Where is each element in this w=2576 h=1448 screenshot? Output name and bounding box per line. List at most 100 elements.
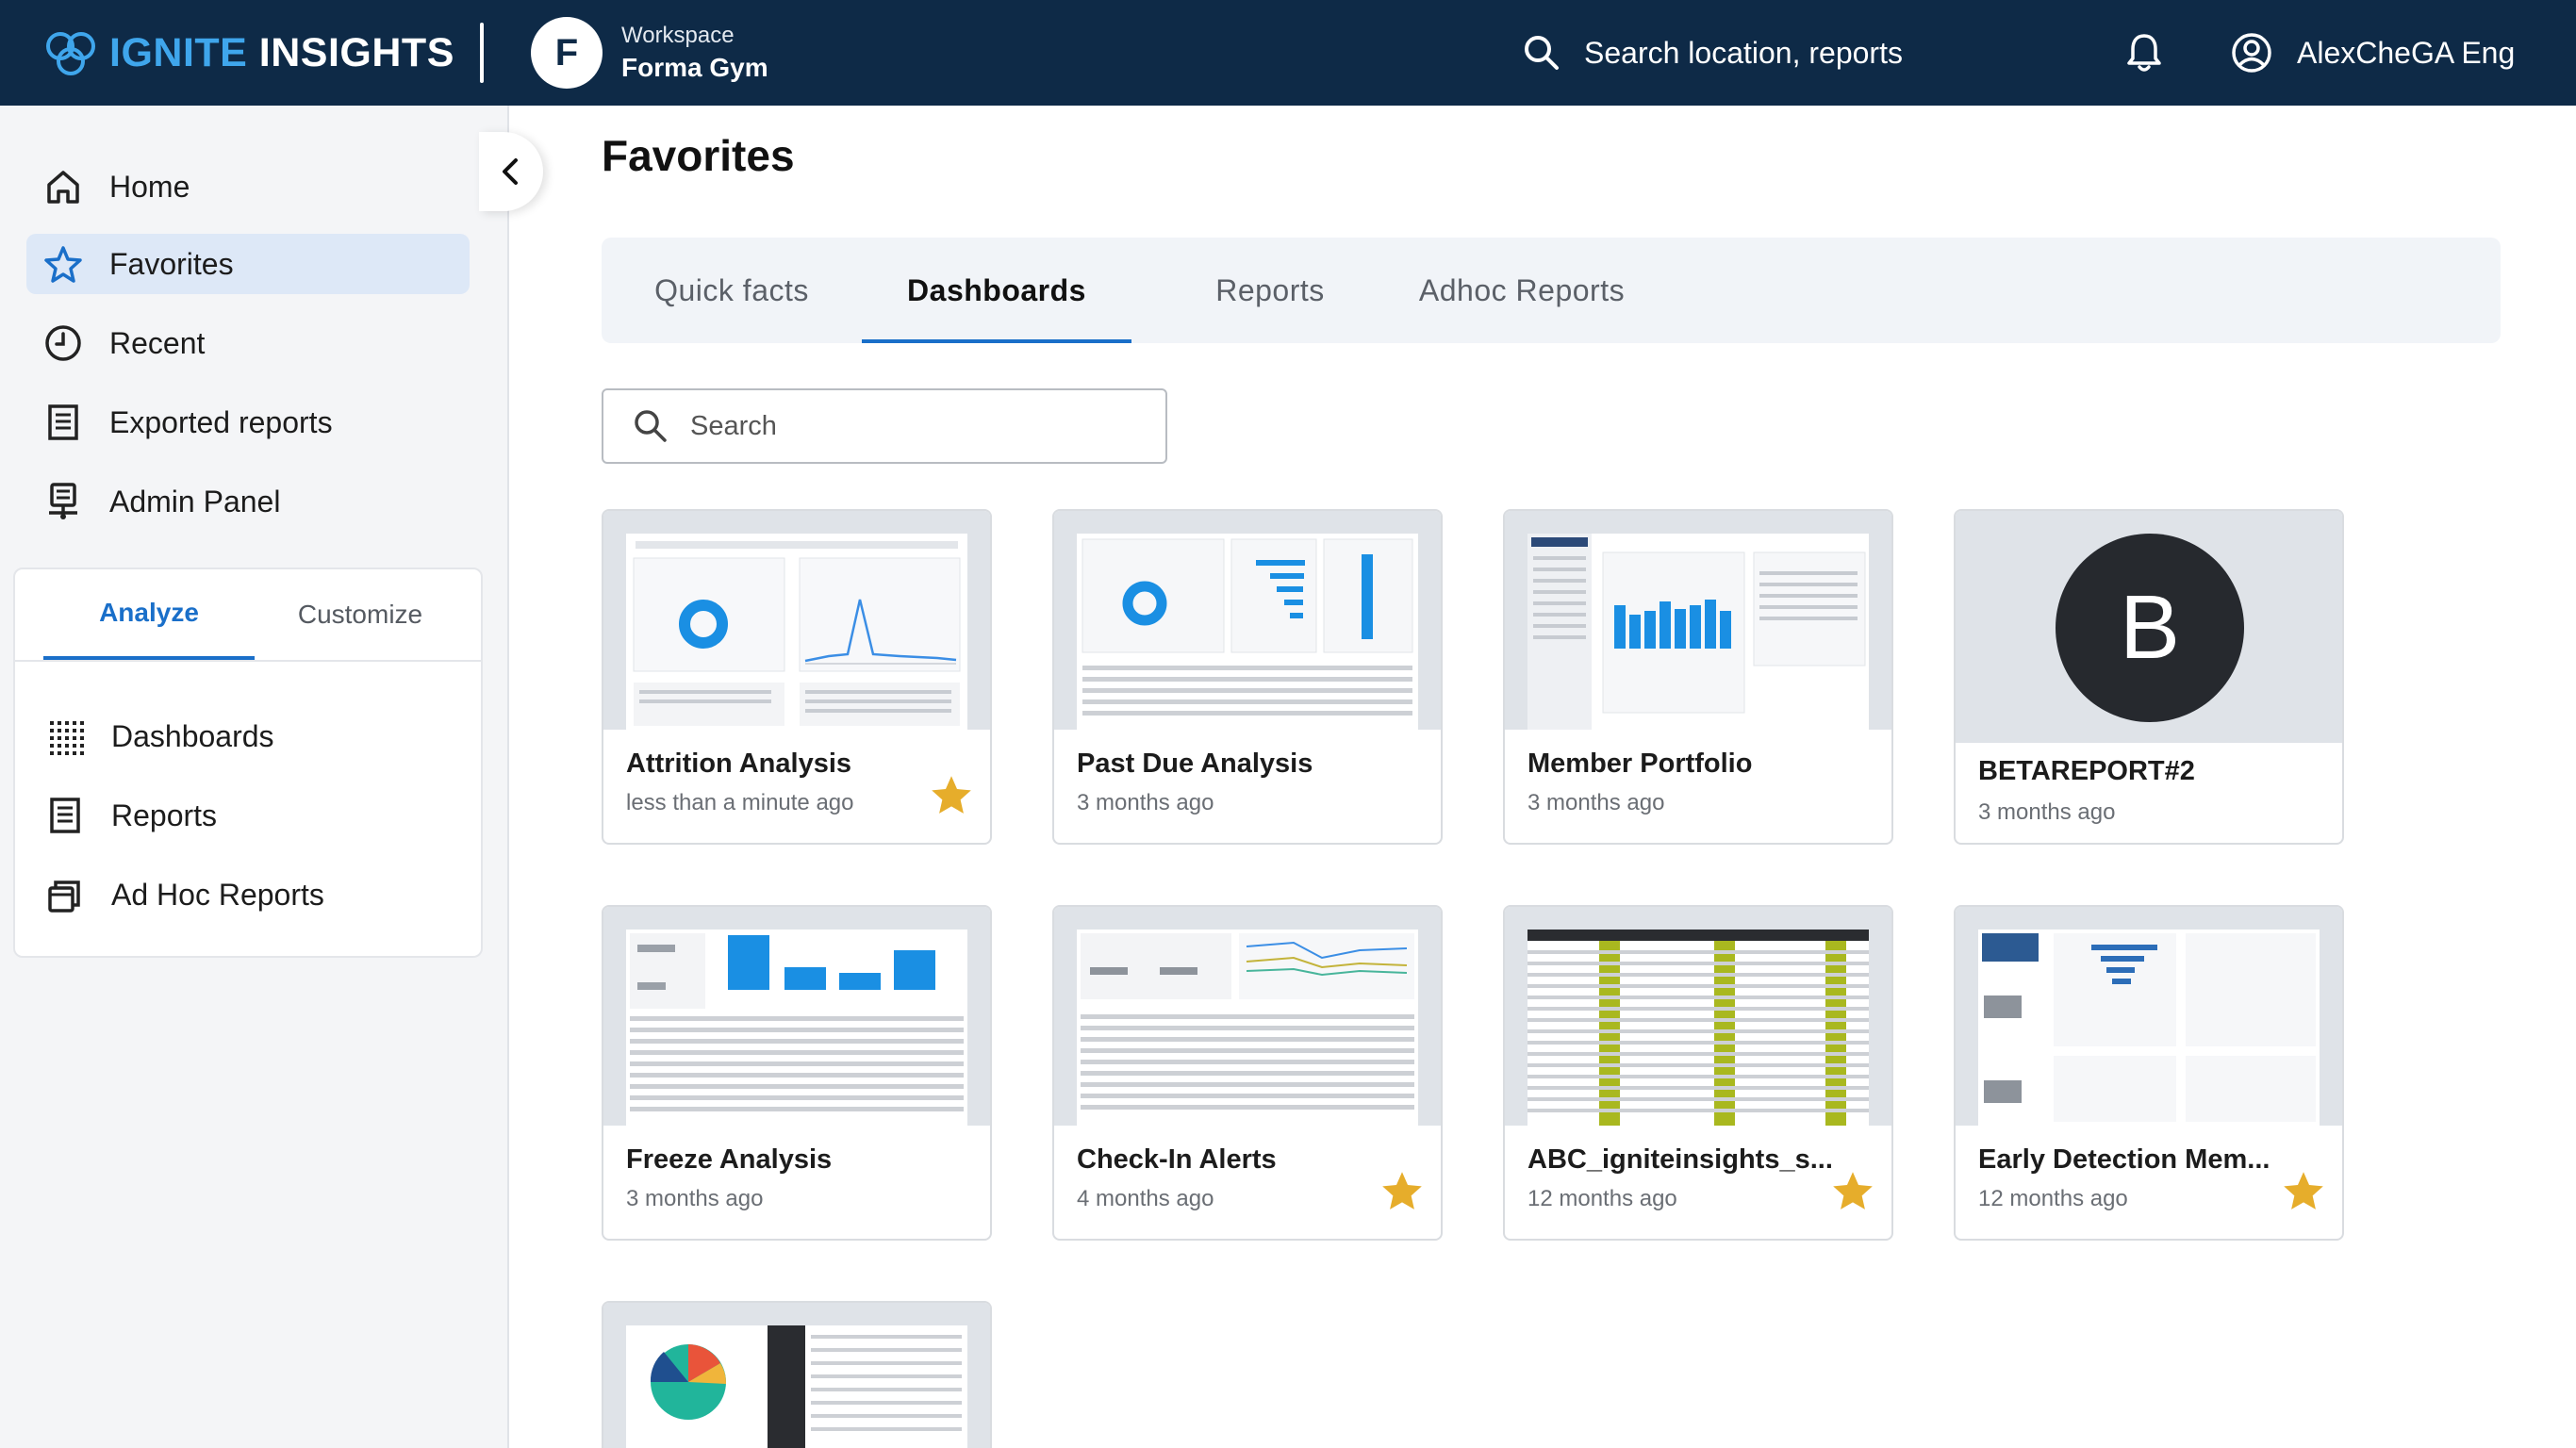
brand-name-part2: INSIGHTS — [258, 29, 454, 75]
sidebar: Home Favorites Recent Exported reports A… — [0, 106, 509, 1448]
user-menu[interactable]: AlexCheGA Eng — [2231, 28, 2515, 77]
dashboard-card-betareport-2[interactable]: B BETAREPORT#2 3 months ago — [1954, 509, 2344, 845]
workspace-label: Workspace — [621, 23, 735, 48]
card-timestamp: 4 months ago — [1077, 1186, 1214, 1211]
tab-reports[interactable]: Reports — [1158, 238, 1382, 343]
brand-name-part1: IGNITE — [109, 29, 248, 75]
panel-item-reports[interactable]: Reports — [34, 786, 458, 845]
card-title: Attrition Analysis — [626, 749, 852, 779]
dashboard-thumbnail — [1505, 511, 1891, 730]
card-title: Freeze Analysis — [626, 1144, 833, 1175]
sidebar-item-home[interactable]: Home — [26, 156, 470, 217]
dashboard-thumbnail — [1505, 907, 1891, 1126]
tab-adhoc-reports[interactable]: Adhoc Reports — [1377, 238, 1667, 343]
clock-icon — [45, 325, 81, 361]
dashboard-thumbnail — [603, 511, 990, 730]
card-title: ABC_igniteinsights_s... — [1527, 1144, 1833, 1175]
star-filled-icon[interactable] — [1831, 1169, 1874, 1212]
thumbnail-preview-graphic — [1527, 930, 1869, 1126]
panel-item-dashboards[interactable]: Dashboards — [34, 707, 458, 765]
sidebar-item-label: Recent — [109, 325, 206, 360]
tab-customize[interactable]: Customize — [255, 569, 466, 660]
global-search-label: Search location, reports — [1584, 35, 1903, 70]
dashboard-card-partial[interactable] — [602, 1301, 992, 1448]
search-icon — [1525, 36, 1559, 70]
dashboard-search[interactable] — [602, 388, 1167, 464]
thumbnail-preview — [1077, 534, 1418, 730]
sidebar-item-label: Home — [109, 169, 190, 204]
dashboard-thumbnail — [1054, 511, 1441, 730]
card-title: Check-In Alerts — [1077, 1144, 1277, 1175]
card-timestamp: 3 months ago — [1077, 790, 1214, 815]
adhoc-icon — [48, 880, 80, 913]
page-title: Favorites — [602, 131, 795, 180]
star-filled-icon[interactable] — [1380, 1169, 1424, 1212]
topbar-divider — [480, 23, 484, 83]
thumbnail-preview — [1978, 930, 2320, 1126]
brand-logo-icon — [46, 32, 95, 75]
thumbnail-preview-graphic — [650, 1325, 962, 1448]
panel-item-label: Reports — [111, 798, 218, 832]
user-name: AlexCheGA Eng — [2297, 35, 2516, 70]
tab-dashboards[interactable]: Dashboards — [862, 238, 1131, 343]
card-timestamp: less than a minute ago — [626, 790, 854, 815]
sidebar-item-recent[interactable]: Recent — [26, 313, 470, 373]
analyze-panel: Analyze Customize Dashboards Reports Ad … — [13, 568, 483, 958]
thumbnail-preview — [1077, 930, 1418, 1126]
global-search[interactable]: Search location, reports — [1522, 28, 1903, 77]
brand-name: IGNITE INSIGHTS — [109, 30, 454, 76]
thumbnail-preview — [626, 1325, 967, 1448]
tab-analyze[interactable]: Analyze — [43, 569, 255, 660]
thumbnail-preview — [1527, 534, 1869, 730]
dashboard-card-early-detection[interactable]: Early Detection Mem... 12 months ago — [1954, 905, 2344, 1241]
card-timestamp: 12 months ago — [1978, 1186, 2128, 1211]
dashboard-card-attrition-analysis[interactable]: Attrition Analysis less than a minute ag… — [602, 509, 992, 845]
card-timestamp: 3 months ago — [1978, 799, 2116, 825]
tab-quick-facts[interactable]: Quick facts — [615, 238, 849, 343]
sidebar-item-label: Favorites — [109, 246, 234, 281]
document-list-icon — [48, 404, 78, 440]
thumbnail-preview-graphic — [1527, 534, 1866, 730]
admin-icon — [49, 483, 77, 519]
thumbnail-preview-graphic — [1081, 933, 1414, 1110]
dashboard-thumbnail — [1054, 907, 1441, 1126]
workspace-name[interactable]: Forma Gym — [621, 53, 768, 83]
sidebar-item-admin-panel[interactable]: Admin Panel — [26, 471, 470, 532]
thumbnail-preview-graphic — [1082, 538, 1413, 716]
sidebar-item-exported-reports[interactable]: Exported reports — [26, 392, 470, 452]
star-filled-icon[interactable] — [2282, 1169, 2325, 1212]
search-icon — [635, 410, 667, 442]
panel-item-label: Ad Hoc Reports — [111, 877, 324, 912]
dashboard-search-input[interactable] — [690, 410, 1143, 442]
dashboard-card-freeze-analysis[interactable]: Freeze Analysis 3 months ago — [602, 905, 992, 1241]
thumbnail-preview-graphic — [630, 933, 964, 1111]
card-timestamp: 3 months ago — [1527, 790, 1665, 815]
collapse-sidebar-button[interactable] — [479, 132, 543, 211]
report-avatar: B — [2056, 534, 2244, 722]
brand-logo[interactable]: IGNITE INSIGHTS — [41, 21, 454, 85]
report-icon — [50, 798, 80, 833]
user-account-icon — [2232, 33, 2271, 73]
home-icon — [47, 171, 79, 204]
dashboard-card-past-due-analysis[interactable]: Past Due Analysis 3 months ago — [1052, 509, 1443, 845]
sidebar-item-favorites[interactable]: Favorites — [26, 234, 470, 294]
workspace-avatar[interactable]: F — [531, 17, 603, 89]
card-timestamp: 12 months ago — [1527, 1186, 1677, 1211]
notification-bell-icon[interactable] — [2123, 30, 2165, 75]
panel-item-label: Dashboards — [111, 718, 274, 753]
dashboard-card-member-portfolio[interactable]: Member Portfolio 3 months ago — [1503, 509, 1893, 845]
dashboard-thumbnail — [603, 907, 990, 1126]
card-title: Member Portfolio — [1527, 749, 1753, 779]
thumbnail-preview — [626, 930, 967, 1126]
dashboard-card-check-in-alerts[interactable]: Check-In Alerts 4 months ago — [1052, 905, 1443, 1241]
chevron-left-icon — [503, 158, 518, 185]
dashboard-thumbnail: B — [1956, 511, 2342, 743]
sidebar-item-label: Admin Panel — [109, 484, 281, 518]
star-filled-icon[interactable] — [930, 773, 973, 816]
card-title: Early Detection Mem... — [1978, 1144, 2271, 1175]
tab-bar: Quick facts Dashboards Reports Adhoc Rep… — [602, 238, 2501, 343]
dashboard-card-abc-igniteinsights[interactable]: ABC_igniteinsights_s... 12 months ago — [1503, 905, 1893, 1241]
panel-item-ad-hoc-reports[interactable]: Ad Hoc Reports — [34, 865, 458, 924]
thumbnail-preview — [1527, 930, 1869, 1126]
star-outline-icon — [44, 246, 82, 283]
